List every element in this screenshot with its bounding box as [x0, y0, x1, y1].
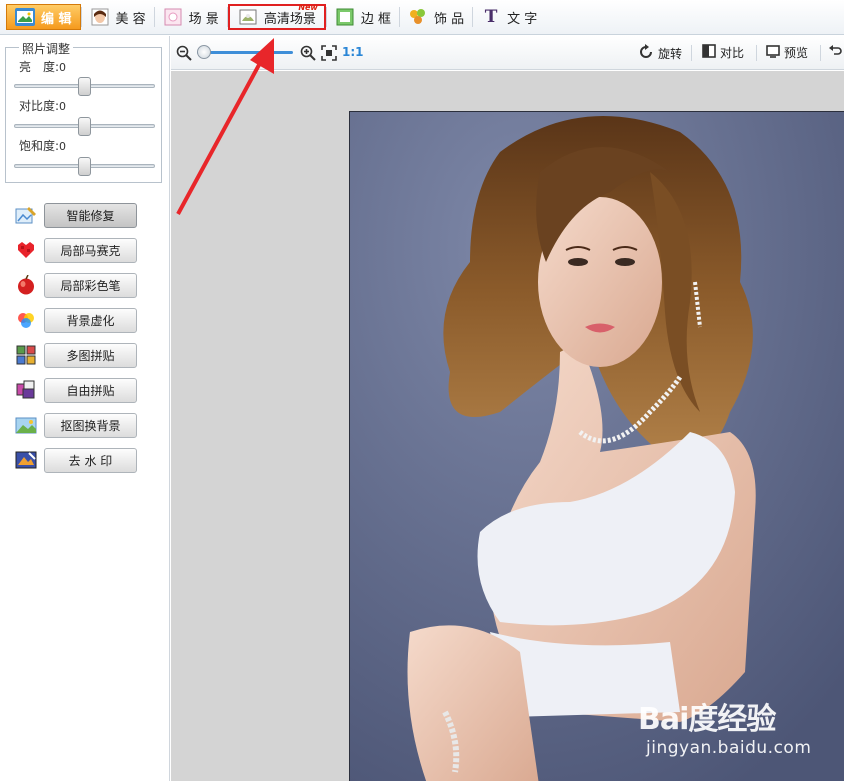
tool-color-pen[interactable]: 局部彩色笔	[15, 271, 137, 299]
tool-button[interactable]: 背景虚化	[44, 307, 137, 333]
compare-button[interactable]: 对比	[702, 44, 744, 61]
tool-background-blur[interactable]: 背景虚化	[15, 306, 137, 334]
photo-adjust-title: 照片调整	[19, 40, 74, 57]
remove-watermark-icon	[15, 449, 37, 471]
saturation-slider-thumb[interactable]	[78, 157, 91, 176]
tab-label: 边 框	[360, 11, 391, 27]
tool-button[interactable]: 抠图换背景	[44, 412, 137, 438]
tool-free-collage[interactable]: 自由拼贴	[15, 376, 137, 404]
zoom-slider-track[interactable]	[197, 51, 293, 54]
left-panel: 照片调整 亮 度:0 对比度:0 饱和度:0 智能修复 局部马赛克 局部彩色笔 …	[0, 36, 170, 781]
tool-button[interactable]: 智能修复	[44, 202, 137, 228]
edit-image-icon	[15, 8, 35, 26]
baidu-watermark: Bai度经验 jingyan.baidu.com	[638, 694, 811, 758]
zoom-in-icon[interactable]	[300, 45, 316, 64]
rotate-label: 旋转	[658, 47, 683, 61]
tab-edit[interactable]: 编 辑	[6, 4, 81, 30]
divider	[691, 45, 692, 61]
mosaic-icon	[15, 239, 37, 261]
canvas-toolbar: 1:1 旋转 对比 预览	[171, 36, 844, 70]
contrast-slider-thumb[interactable]	[78, 117, 91, 136]
tool-mosaic[interactable]: 局部马赛克	[15, 236, 137, 264]
tab-label: 场 景	[188, 11, 219, 27]
hd-scene-icon	[238, 8, 258, 26]
tab-beauty[interactable]: 美 容	[82, 4, 154, 30]
brightness-label-text: 亮 度:	[19, 60, 60, 74]
tool-button[interactable]: 多图拼贴	[44, 342, 137, 368]
cutout-icon	[15, 414, 37, 436]
preview-icon	[766, 44, 780, 61]
smart-repair-icon	[15, 204, 37, 226]
divider	[756, 45, 757, 61]
edited-photo[interactable]: Bai度经验 jingyan.baidu.com	[349, 111, 844, 781]
scene-icon	[163, 8, 183, 26]
saturation-label: 饱和度:0	[19, 137, 66, 154]
tab-hd-scene[interactable]: 高清场景 New	[227, 3, 326, 30]
saturation-label-text: 饱和度:	[19, 139, 60, 153]
free-collage-icon	[15, 379, 37, 401]
color-pen-icon	[15, 274, 37, 296]
tab-scene[interactable]: 场 景	[155, 4, 227, 30]
multi-collage-icon	[15, 344, 37, 366]
text-icon: T	[484, 7, 498, 27]
brightness-label: 亮 度:0	[19, 58, 66, 75]
tool-button[interactable]: 局部马赛克	[44, 237, 137, 263]
compare-icon	[702, 44, 716, 61]
tab-label: 饰 品	[433, 11, 465, 27]
undo-icon	[828, 44, 842, 61]
rotate-icon	[638, 44, 654, 63]
brightness-value: 0	[59, 61, 67, 74]
accessory-icon	[408, 8, 428, 26]
tab-label: 编 辑	[41, 11, 72, 27]
tool-button[interactable]: 自由拼贴	[44, 377, 137, 403]
new-badge: New	[298, 3, 318, 12]
tab-label: 文 字	[507, 11, 538, 27]
tab-label: 美 容	[115, 11, 146, 27]
preview-label: 预览	[784, 46, 809, 60]
watermark-logo: Bai度经验	[638, 702, 776, 737]
photo-adjust-group: 照片调整 亮 度:0 对比度:0 饱和度:0	[5, 40, 162, 183]
contrast-value: 0	[59, 100, 67, 113]
top-toolbar: 编 辑 美 容 场 景 高清场景 New 边 框 饰 品 T 文 字	[0, 0, 844, 35]
divider	[820, 45, 821, 61]
brightness-slider-thumb[interactable]	[78, 77, 91, 96]
tool-smart-repair[interactable]: 智能修复	[15, 201, 137, 229]
background-blur-icon	[15, 309, 37, 331]
tool-button[interactable]: 去 水 印	[44, 447, 137, 473]
contrast-label: 对比度:0	[19, 97, 66, 114]
face-beauty-icon	[90, 8, 110, 26]
tab-text[interactable]: T 文 字	[473, 4, 545, 30]
fit-screen-icon[interactable]	[321, 45, 337, 64]
frame-icon	[335, 8, 355, 26]
tool-button[interactable]: 局部彩色笔	[44, 272, 137, 298]
zoom-out-icon[interactable]	[176, 45, 192, 64]
undo-button[interactable]	[828, 44, 842, 61]
zoom-slider-thumb[interactable]	[197, 45, 211, 59]
compare-label: 对比	[720, 46, 745, 60]
image-canvas: Bai度经验 jingyan.baidu.com	[171, 71, 844, 781]
tool-multi-collage[interactable]: 多图拼贴	[15, 341, 137, 369]
tab-accessory[interactable]: 饰 品	[400, 4, 472, 30]
watermark-url: jingyan.baidu.com	[646, 738, 812, 758]
photo-illustration	[350, 112, 844, 781]
tool-cutout[interactable]: 抠图换背景	[15, 411, 137, 439]
rotate-button[interactable]: 旋转	[638, 44, 682, 63]
saturation-value: 0	[59, 140, 67, 153]
preview-button[interactable]: 预览	[766, 44, 808, 61]
actual-size-button[interactable]: 1:1	[342, 45, 364, 59]
tool-remove-watermark[interactable]: 去 水 印	[15, 446, 137, 474]
tab-frame[interactable]: 边 框	[327, 4, 399, 30]
contrast-label-text: 对比度:	[19, 99, 60, 113]
